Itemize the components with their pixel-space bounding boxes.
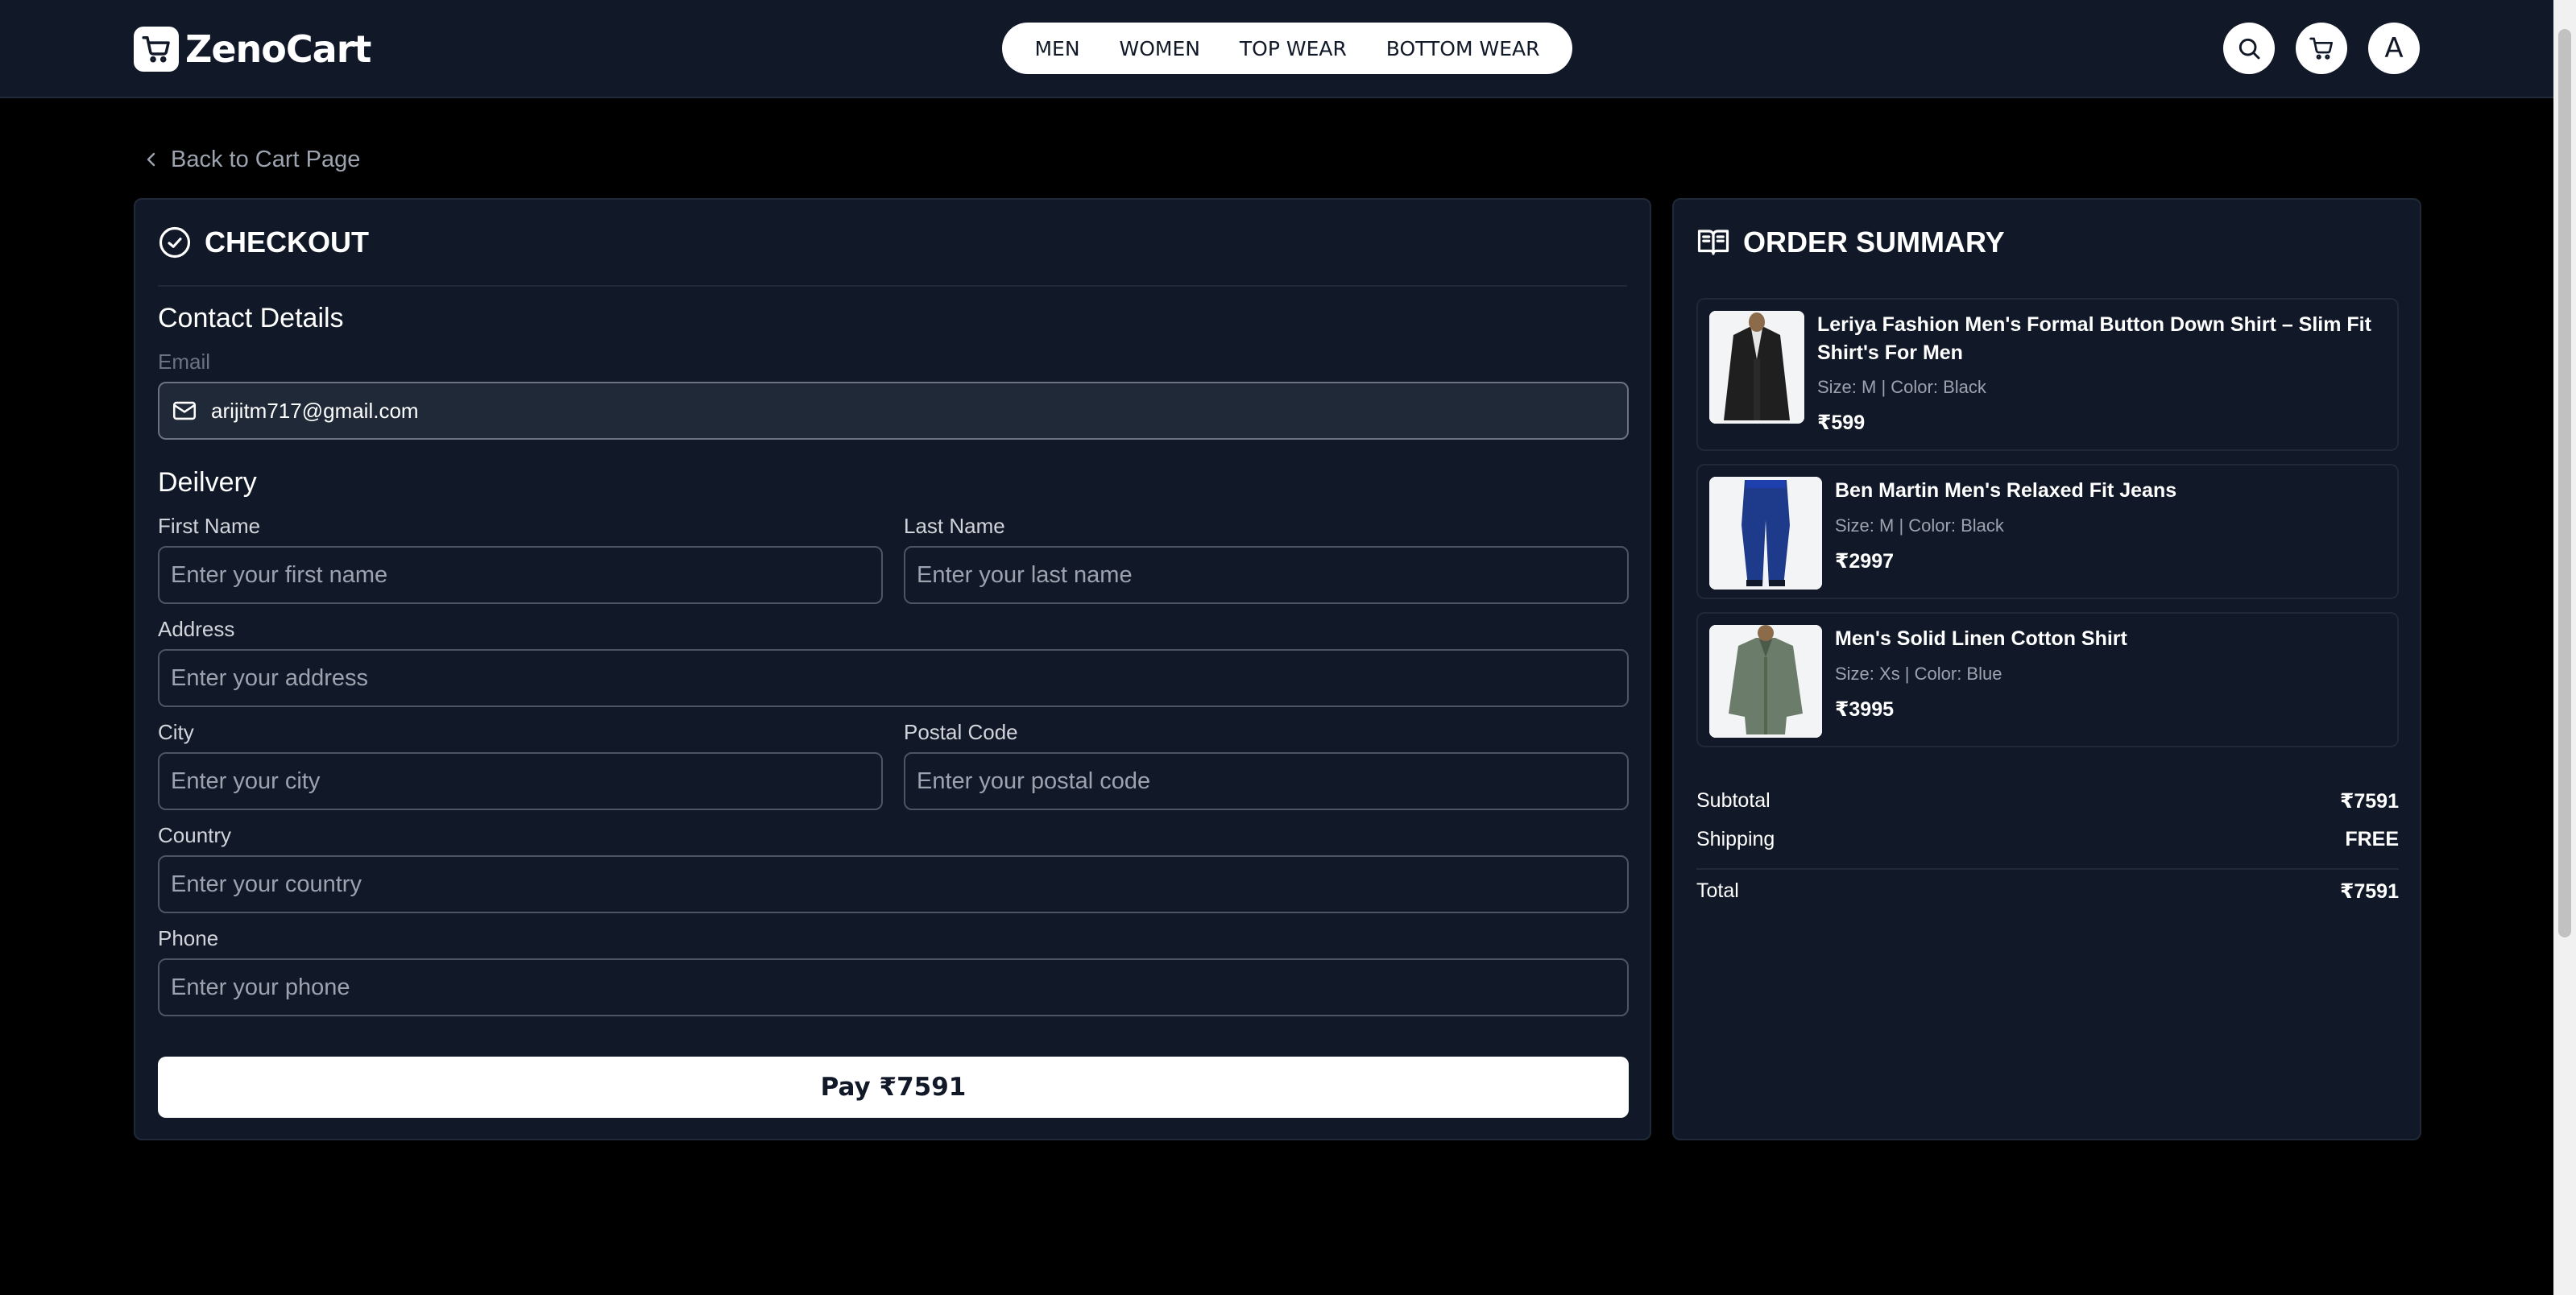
postal-code-placeholder: Enter your postal code bbox=[917, 767, 1151, 794]
product-image-jeans bbox=[1709, 477, 1822, 590]
cart-button[interactable] bbox=[2296, 23, 2347, 74]
checkout-title: CHECKOUT bbox=[158, 225, 369, 259]
item-price: ₹599 bbox=[1817, 412, 1866, 434]
nav-item-top-wear[interactable]: TOP WEAR bbox=[1240, 37, 1347, 60]
top-navbar: ZenoCart MEN WOMEN TOP WEAR BOTTOM WEAR … bbox=[0, 0, 2553, 98]
item-meta: Size: M | Color: Black bbox=[1835, 515, 2004, 536]
back-link-label: Back to Cart Page bbox=[171, 146, 361, 172]
order-summary-panel: ORDER SUMMARY Leriya Fashion Men's Forma… bbox=[1672, 198, 2421, 1140]
nav-item-women[interactable]: WOMEN bbox=[1119, 37, 1199, 60]
shipping-value: FREE bbox=[2345, 828, 2399, 850]
book-open-icon bbox=[1697, 230, 1729, 255]
email-label: Email bbox=[158, 350, 211, 374]
checkout-title-text: CHECKOUT bbox=[205, 225, 369, 259]
country-placeholder: Enter your country bbox=[171, 871, 362, 897]
total-label: Total bbox=[1696, 879, 1739, 902]
address-label: Address bbox=[158, 617, 235, 641]
last-name-label: Last Name bbox=[904, 514, 1005, 538]
email-value: arijitm717@gmail.com bbox=[211, 398, 419, 423]
order-summary-title-text: ORDER SUMMARY bbox=[1743, 225, 2005, 259]
subtotal-label: Subtotal bbox=[1696, 789, 1770, 812]
postal-code-label: Postal Code bbox=[904, 720, 1018, 744]
phone-label: Phone bbox=[158, 926, 219, 950]
avatar-letter: A bbox=[2384, 32, 2404, 64]
shipping-label: Shipping bbox=[1696, 828, 1775, 850]
first-name-label: First Name bbox=[158, 514, 261, 538]
country-field[interactable]: Enter your country bbox=[158, 855, 1629, 913]
first-name-placeholder: Enter your first name bbox=[171, 561, 388, 588]
page-scrollbar[interactable] bbox=[2553, 0, 2576, 1295]
item-meta: Size: Xs | Color: Blue bbox=[1835, 664, 2002, 684]
country-label: Country bbox=[158, 823, 232, 847]
product-image-linen-shirt bbox=[1709, 625, 1822, 738]
item-price: ₹2997 bbox=[1835, 550, 1895, 573]
order-item: Men's Solid Linen Cotton Shirt Size: Xs … bbox=[1696, 612, 2399, 747]
total-row: Total ₹7591 bbox=[1696, 879, 2399, 904]
phone-field[interactable]: Enter your phone bbox=[158, 958, 1629, 1016]
order-item: Ben Martin Men's Relaxed Fit Jeans Size:… bbox=[1696, 464, 2399, 599]
totals-divider bbox=[1696, 868, 2399, 870]
cart-icon bbox=[2309, 37, 2333, 60]
city-label: City bbox=[158, 720, 194, 744]
item-meta: Size: M | Color: Black bbox=[1817, 377, 1986, 397]
order-item: Leriya Fashion Men's Formal Button Down … bbox=[1696, 298, 2399, 451]
shipping-row: Shipping FREE bbox=[1696, 828, 2399, 851]
search-button[interactable] bbox=[2223, 23, 2275, 74]
contact-details-heading: Contact Details bbox=[158, 303, 344, 333]
last-name-placeholder: Enter your last name bbox=[917, 561, 1133, 588]
pay-button[interactable]: Pay ₹7591 bbox=[158, 1057, 1629, 1118]
back-to-cart-link[interactable]: Back to Cart Page bbox=[142, 143, 360, 176]
check-circle-icon bbox=[159, 226, 191, 259]
avatar-button[interactable]: A bbox=[2368, 23, 2420, 74]
category-nav: MEN WOMEN TOP WEAR BOTTOM WEAR bbox=[1002, 23, 1572, 74]
address-field[interactable]: Enter your address bbox=[158, 649, 1629, 707]
brand-name: ZenoCart bbox=[185, 27, 371, 71]
brand-logo[interactable]: ZenoCart bbox=[134, 24, 371, 74]
item-name: Ben Martin Men's Relaxed Fit Jeans bbox=[1835, 479, 2177, 502]
nav-item-men[interactable]: MEN bbox=[1034, 37, 1079, 60]
total-value: ₹7591 bbox=[2339, 880, 2399, 903]
subtotal-value: ₹7591 bbox=[2339, 790, 2399, 813]
item-name: Leriya Fashion Men's Formal Button Down … bbox=[1817, 313, 2371, 364]
city-placeholder: Enter your city bbox=[171, 767, 321, 794]
city-field[interactable]: Enter your city bbox=[158, 752, 883, 810]
subtotal-row: Subtotal ₹7591 bbox=[1696, 789, 2399, 813]
chevron-left-icon bbox=[147, 152, 155, 167]
nav-item-bottom-wear[interactable]: BOTTOM WEAR bbox=[1386, 37, 1540, 60]
mail-icon bbox=[171, 397, 198, 424]
address-placeholder: Enter your address bbox=[171, 664, 369, 691]
item-price: ₹3995 bbox=[1835, 698, 1895, 721]
divider bbox=[158, 285, 1627, 287]
scrollbar-thumb[interactable] bbox=[2558, 29, 2571, 937]
order-summary-title: ORDER SUMMARY bbox=[1696, 225, 2005, 259]
phone-placeholder: Enter your phone bbox=[171, 974, 350, 1000]
delivery-heading: Deilvery bbox=[158, 467, 257, 498]
product-image-shirt-black bbox=[1709, 311, 1804, 424]
last-name-field[interactable]: Enter your last name bbox=[904, 546, 1629, 604]
email-field[interactable]: arijitm717@gmail.com bbox=[158, 382, 1629, 440]
first-name-field[interactable]: Enter your first name bbox=[158, 546, 883, 604]
cart-logo-icon bbox=[134, 27, 179, 72]
search-icon bbox=[2238, 38, 2260, 60]
item-name: Men's Solid Linen Cotton Shirt bbox=[1835, 627, 2127, 650]
checkout-panel: CHECKOUT Contact Details Email arijitm71… bbox=[134, 198, 1651, 1140]
postal-code-field[interactable]: Enter your postal code bbox=[904, 752, 1629, 810]
